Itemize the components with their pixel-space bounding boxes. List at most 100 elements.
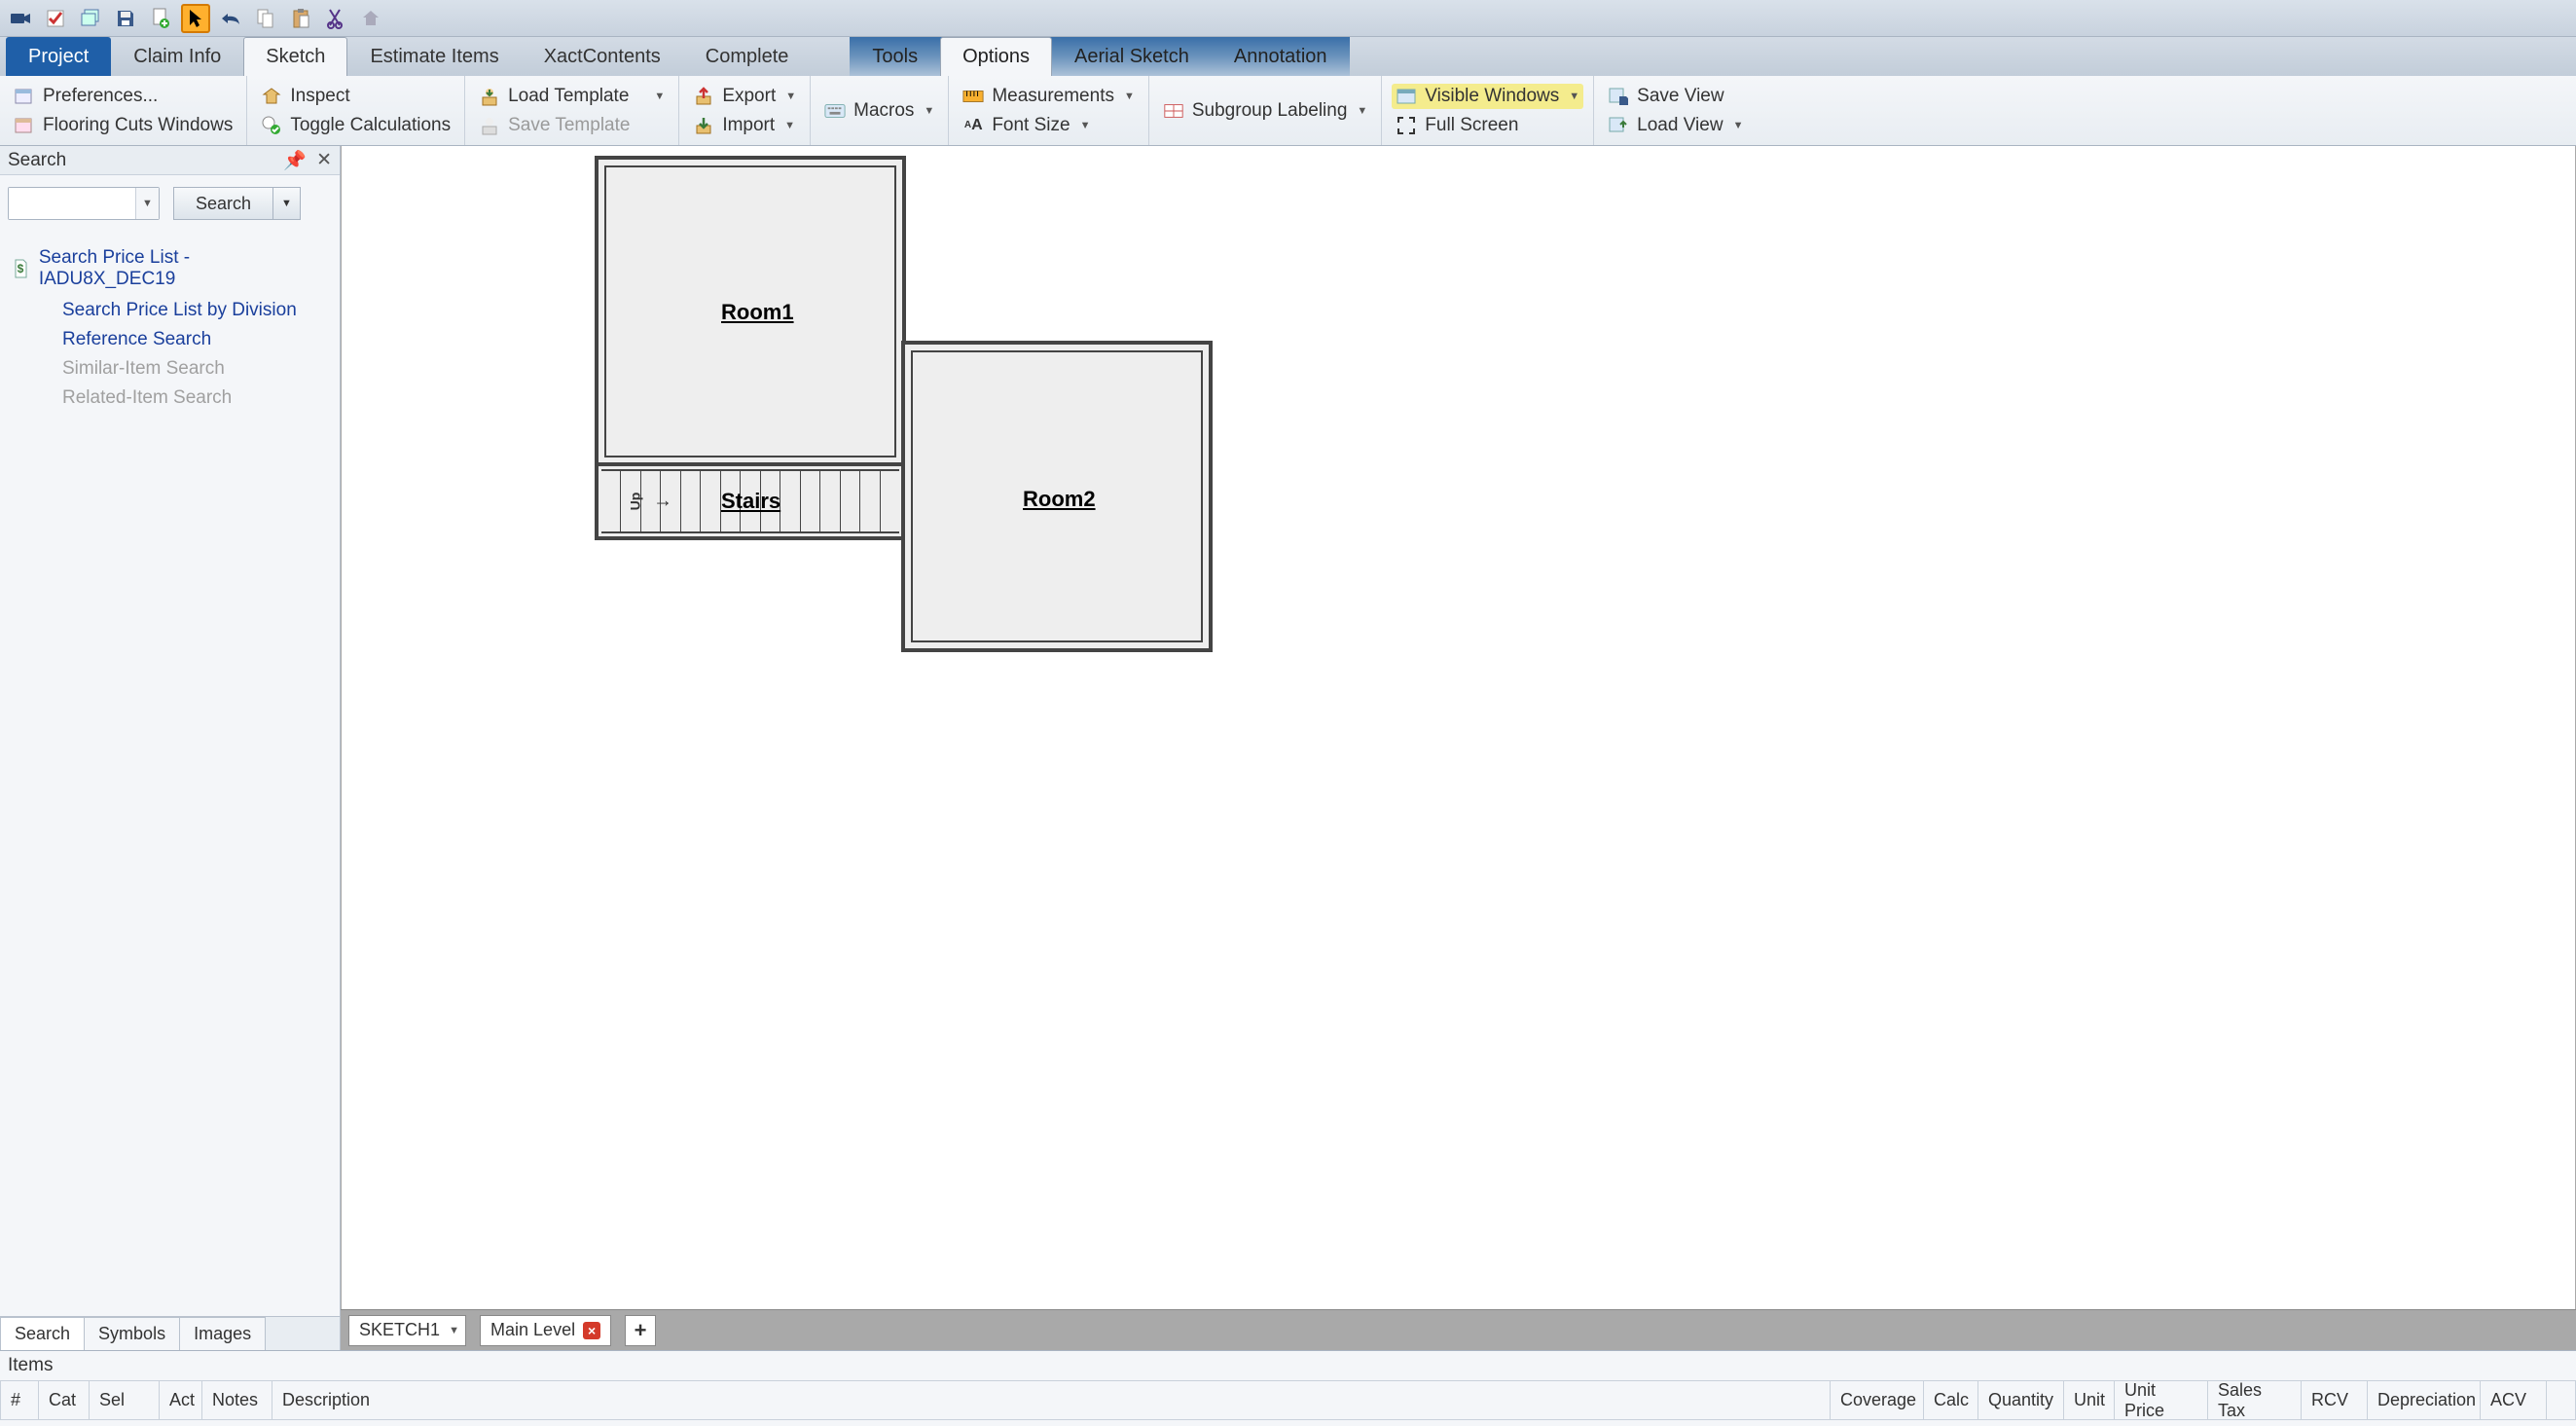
sidebar-tab-images[interactable]: Images bbox=[179, 1317, 266, 1350]
macros-button[interactable]: Macros▼ bbox=[820, 98, 938, 124]
flooring-cuts-button[interactable]: Flooring Cuts Windows bbox=[10, 113, 236, 138]
tree-link-reference[interactable]: Reference Search bbox=[62, 329, 330, 350]
chevron-down-icon: ▼ bbox=[1733, 120, 1744, 131]
toggle-calculations-button[interactable]: Toggle Calculations bbox=[257, 113, 454, 138]
cut-icon[interactable] bbox=[321, 4, 350, 33]
inspect-icon bbox=[261, 86, 282, 107]
col-unit[interactable]: Unit bbox=[2064, 1381, 2115, 1420]
save-template-button[interactable]: Save Template bbox=[475, 113, 634, 138]
chevron-down-icon[interactable]: ▼ bbox=[135, 188, 159, 219]
inspect-button[interactable]: Inspect bbox=[257, 84, 353, 109]
price-list-icon: $ bbox=[10, 258, 31, 279]
col-sales-tax[interactable]: Sales Tax bbox=[2208, 1381, 2302, 1420]
sidebar-tab-symbols[interactable]: Symbols bbox=[84, 1317, 180, 1350]
preferences-icon bbox=[14, 86, 35, 107]
windows-icon[interactable] bbox=[76, 4, 105, 33]
sketch-area: Room1 Up → Stairs Room2 SKETCH1▼ Main Le… bbox=[341, 146, 2576, 1350]
items-table-header: # Cat Sel Act Notes Description Coverage… bbox=[0, 1381, 2576, 1420]
doc-plus-icon[interactable] bbox=[146, 4, 175, 33]
main-tabs: Project Claim Info Sketch Estimate Items… bbox=[0, 37, 2576, 76]
measurements-button[interactable]: Measurements▼ bbox=[959, 84, 1139, 109]
save-icon[interactable] bbox=[111, 4, 140, 33]
col-quantity[interactable]: Quantity bbox=[1978, 1381, 2064, 1420]
tree-root-price-list[interactable]: $ Search Price List - IADU8X_DEC19 bbox=[10, 247, 330, 290]
tab-sketch[interactable]: Sketch bbox=[243, 37, 347, 76]
tree-link-division[interactable]: Search Price List by Division bbox=[62, 300, 330, 321]
full-screen-icon bbox=[1396, 115, 1417, 136]
col-unit-price[interactable]: Unit Price bbox=[2115, 1381, 2208, 1420]
macros-icon bbox=[824, 100, 846, 122]
search-split-button[interactable]: ▼ bbox=[273, 187, 301, 220]
tab-tools[interactable]: Tools bbox=[850, 37, 940, 76]
checklist-icon[interactable] bbox=[41, 4, 70, 33]
toggle-icon bbox=[261, 115, 282, 136]
tab-aerial-sketch[interactable]: Aerial Sketch bbox=[1052, 37, 1212, 76]
col-depreciation[interactable]: Depreciation bbox=[2368, 1381, 2481, 1420]
load-template-button[interactable]: Load Template▼ bbox=[475, 84, 669, 109]
subgroup-icon bbox=[1163, 100, 1184, 122]
search-input[interactable] bbox=[9, 188, 135, 219]
search-tree: $ Search Price List - IADU8X_DEC19 Searc… bbox=[0, 232, 340, 419]
items-panel: Items # Cat Sel Act Notes Description Co… bbox=[0, 1350, 2576, 1426]
visible-windows-icon bbox=[1396, 86, 1417, 107]
col-num[interactable]: # bbox=[0, 1381, 39, 1420]
context-tab-group: Tools Options Aerial Sketch Annotation bbox=[850, 37, 1349, 76]
col-description[interactable]: Description bbox=[272, 1381, 1831, 1420]
preferences-button[interactable]: Preferences... bbox=[10, 84, 162, 109]
arrow-right-icon: → bbox=[653, 491, 672, 513]
col-rcv[interactable]: RCV bbox=[2302, 1381, 2368, 1420]
col-acv[interactable]: ACV bbox=[2481, 1381, 2547, 1420]
col-calc[interactable]: Calc bbox=[1924, 1381, 1978, 1420]
tab-annotation[interactable]: Annotation bbox=[1212, 37, 1350, 76]
close-level-icon[interactable]: × bbox=[583, 1322, 600, 1339]
full-screen-button[interactable]: Full Screen bbox=[1392, 113, 1522, 138]
pointer-icon[interactable] bbox=[181, 4, 210, 33]
pin-icon[interactable]: 📌 bbox=[283, 149, 307, 172]
tab-estimate-items[interactable]: Estimate Items bbox=[347, 37, 521, 76]
measurements-icon bbox=[962, 86, 984, 107]
col-extra[interactable] bbox=[2547, 1381, 2576, 1420]
home-icon[interactable] bbox=[356, 4, 385, 33]
col-notes[interactable]: Notes bbox=[202, 1381, 272, 1420]
svg-text:$: $ bbox=[18, 262, 24, 275]
search-button[interactable]: Search bbox=[173, 187, 273, 220]
undo-icon[interactable] bbox=[216, 4, 245, 33]
chevron-down-icon: ▼ bbox=[1569, 91, 1579, 102]
sketch-canvas[interactable]: Room1 Up → Stairs Room2 bbox=[342, 146, 2575, 1309]
font-size-icon: AA bbox=[962, 115, 984, 136]
sidebar-tab-search[interactable]: Search bbox=[0, 1317, 85, 1350]
subgroup-labeling-button[interactable]: Subgroup Labeling▼ bbox=[1159, 98, 1371, 124]
import-button[interactable]: Import▼ bbox=[689, 113, 799, 138]
stairs-label: Stairs bbox=[721, 489, 780, 514]
copy-icon[interactable] bbox=[251, 4, 280, 33]
search-panel: Search 📌 ✕ ▼ Search ▼ $ Search Price Lis… bbox=[0, 146, 341, 1350]
tab-options[interactable]: Options bbox=[940, 37, 1052, 76]
stairs-up-label: Up bbox=[627, 493, 642, 511]
search-combo[interactable]: ▼ bbox=[8, 187, 160, 220]
font-size-button[interactable]: AAFont Size▼ bbox=[959, 113, 1094, 138]
visible-windows-button[interactable]: Visible Windows▼ bbox=[1392, 84, 1583, 109]
import-icon bbox=[693, 115, 714, 136]
save-view-button[interactable]: Save View bbox=[1604, 84, 1727, 109]
tab-project[interactable]: Project bbox=[6, 37, 111, 76]
chevron-down-icon: ▼ bbox=[924, 105, 934, 117]
tab-claim-info[interactable]: Claim Info bbox=[111, 37, 243, 76]
save-template-icon bbox=[479, 115, 500, 136]
col-act[interactable]: Act bbox=[160, 1381, 202, 1420]
col-coverage[interactable]: Coverage bbox=[1831, 1381, 1924, 1420]
col-cat[interactable]: Cat bbox=[39, 1381, 90, 1420]
load-view-button[interactable]: Load View▼ bbox=[1604, 113, 1747, 138]
camera-icon[interactable] bbox=[6, 4, 35, 33]
sketch-selector[interactable]: SKETCH1▼ bbox=[348, 1315, 466, 1346]
level-tab[interactable]: Main Level× bbox=[480, 1315, 611, 1346]
close-icon[interactable]: ✕ bbox=[316, 149, 332, 172]
tab-xactcontents[interactable]: XactContents bbox=[522, 37, 683, 76]
export-button[interactable]: Export▼ bbox=[689, 84, 800, 109]
col-sel[interactable]: Sel bbox=[90, 1381, 160, 1420]
chevron-down-icon: ▼ bbox=[654, 91, 665, 102]
paste-icon[interactable] bbox=[286, 4, 315, 33]
add-level-button[interactable]: + bbox=[625, 1315, 656, 1346]
flooring-icon bbox=[14, 115, 35, 136]
tab-complete[interactable]: Complete bbox=[683, 37, 812, 76]
chevron-down-icon: ▼ bbox=[785, 91, 796, 102]
